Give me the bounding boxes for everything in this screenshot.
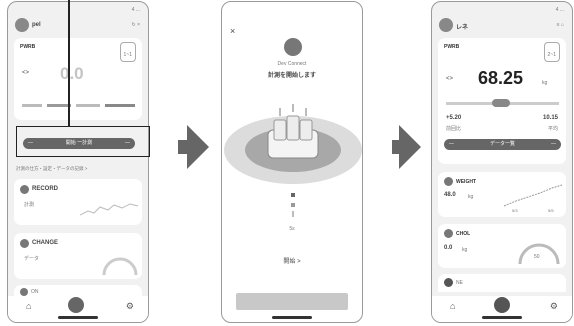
- ne-icon: [444, 278, 453, 287]
- avatar[interactable]: [15, 18, 29, 32]
- measurement-card: PWRB 2~1 <> 68.25 kg +5.20 前回比 10.15 平均 …: [438, 38, 566, 164]
- weight-value: 0.0: [60, 64, 84, 83]
- progress-dot: [291, 203, 295, 207]
- header-actions[interactable]: ≡ ⌂: [557, 22, 564, 28]
- header-actions[interactable]: ↻ ×: [132, 22, 141, 28]
- trend-chart: [503, 184, 563, 207]
- scale-bar-segment: [105, 104, 135, 107]
- step-arrow: [399, 125, 421, 169]
- range-pill[interactable]: 2~1: [543, 42, 560, 62]
- range-pill[interactable]: 1~1: [119, 42, 136, 62]
- card-title: RECORD: [32, 186, 59, 192]
- card-unit: kg: [462, 247, 468, 253]
- gauge: [518, 243, 560, 265]
- card-subtitle: データ: [24, 256, 40, 262]
- change-card[interactable]: CHANGE データ: [14, 233, 142, 279]
- scale-marker: [492, 99, 510, 107]
- progress-dot: [292, 211, 294, 217]
- weight-value: 68.25: [478, 68, 524, 88]
- avatar[interactable]: [439, 18, 453, 32]
- left-chevron-icon[interactable]: <>: [446, 76, 453, 82]
- start-link[interactable]: 開始 >: [222, 256, 362, 265]
- weight-icon: [444, 177, 453, 186]
- settings-icon[interactable]: ⚙: [126, 301, 134, 311]
- gauge: [102, 257, 138, 276]
- left-chevron-icon[interactable]: <>: [22, 70, 29, 76]
- settings-icon[interactable]: ⚙: [550, 301, 558, 311]
- diff-value: +5.20: [446, 115, 462, 121]
- data-list-button[interactable]: — データ一覧 —: [444, 139, 561, 150]
- change-icon: [20, 239, 29, 248]
- weight-unit: kg: [542, 80, 548, 86]
- card-subtitle: 計測: [24, 202, 35, 208]
- chol-card[interactable]: CHOL 0.0 kg 50: [438, 224, 566, 268]
- home-icon[interactable]: ⌂: [26, 301, 31, 311]
- home-indicator: [482, 316, 522, 319]
- step-arrow: [187, 125, 209, 169]
- card-value: 48.0: [444, 192, 456, 198]
- callout-line: [68, 0, 70, 126]
- close-icon[interactable]: ×: [230, 26, 235, 36]
- phone-screen-home: 4 ... pel ↻ × PWRB 1~1 <> 0.0 — 開始 一計測 —…: [7, 1, 149, 323]
- countdown-label: 5s: [289, 226, 295, 232]
- progress-dot: [291, 193, 295, 197]
- card-title: WEIGHT: [456, 179, 476, 185]
- phone-screen-result: 4 ... レネ ≡ ⌂ PWRB 2~1 <> 68.25 kg +5.20 …: [431, 1, 573, 323]
- diff-caption: 前回比: [446, 126, 462, 132]
- home-indicator: [272, 316, 312, 319]
- trend-sparkline: [80, 203, 139, 216]
- device-illustration: [224, 104, 362, 184]
- card-title: ON: [31, 289, 39, 295]
- card-unit: kg: [468, 194, 474, 200]
- axis-label: 5/5: [548, 208, 554, 213]
- status-bar: 4 ...: [131, 7, 140, 13]
- scale-bar-segment: [22, 104, 42, 107]
- card-title: NE: [456, 280, 463, 286]
- card-value: 0.0: [444, 245, 453, 251]
- gauge-value: 50: [534, 254, 540, 260]
- phone-screen-connecting: × Dev Connect 計測を開始します 5s 開始 >: [221, 1, 363, 323]
- record-card[interactable]: RECORD 計測: [14, 179, 142, 225]
- guide-link[interactable]: 計測の仕方・設定・データの記録 >: [16, 166, 87, 172]
- measurement-card: PWRB 1~1 <> 0.0: [14, 38, 142, 120]
- average-caption: 平均: [547, 126, 558, 132]
- record-icon: [20, 185, 29, 194]
- device-label: Dev Connect: [277, 61, 307, 67]
- screen-title: 計測を開始します: [267, 73, 316, 79]
- home-indicator: [58, 316, 98, 319]
- scale-bar-segment: [76, 104, 100, 107]
- measure-icon[interactable]: [494, 297, 510, 313]
- callout-highlight-box: [16, 126, 150, 157]
- axis-label: 5/3: [512, 208, 518, 213]
- chol-icon: [444, 229, 453, 238]
- weight-card[interactable]: WEIGHT 48.0 kg 5/3 5/5: [438, 172, 566, 217]
- card-title: CHOL: [456, 231, 471, 237]
- on-icon: [20, 288, 28, 296]
- home-icon[interactable]: ⌂: [450, 301, 455, 311]
- header-user-name: pel: [32, 22, 41, 28]
- header-user-name: レネ: [456, 25, 469, 31]
- card-label: PWRB: [20, 44, 36, 50]
- card-title: CHANGE: [32, 240, 59, 246]
- card-label: PWRB: [444, 44, 460, 50]
- primary-action-button[interactable]: [236, 293, 348, 310]
- average-value: 10.15: [542, 115, 558, 121]
- device-icon: [284, 38, 302, 56]
- measure-icon[interactable]: [68, 297, 84, 313]
- ne-card[interactable]: NE: [438, 274, 566, 292]
- status-bar: 4 ...: [555, 7, 564, 13]
